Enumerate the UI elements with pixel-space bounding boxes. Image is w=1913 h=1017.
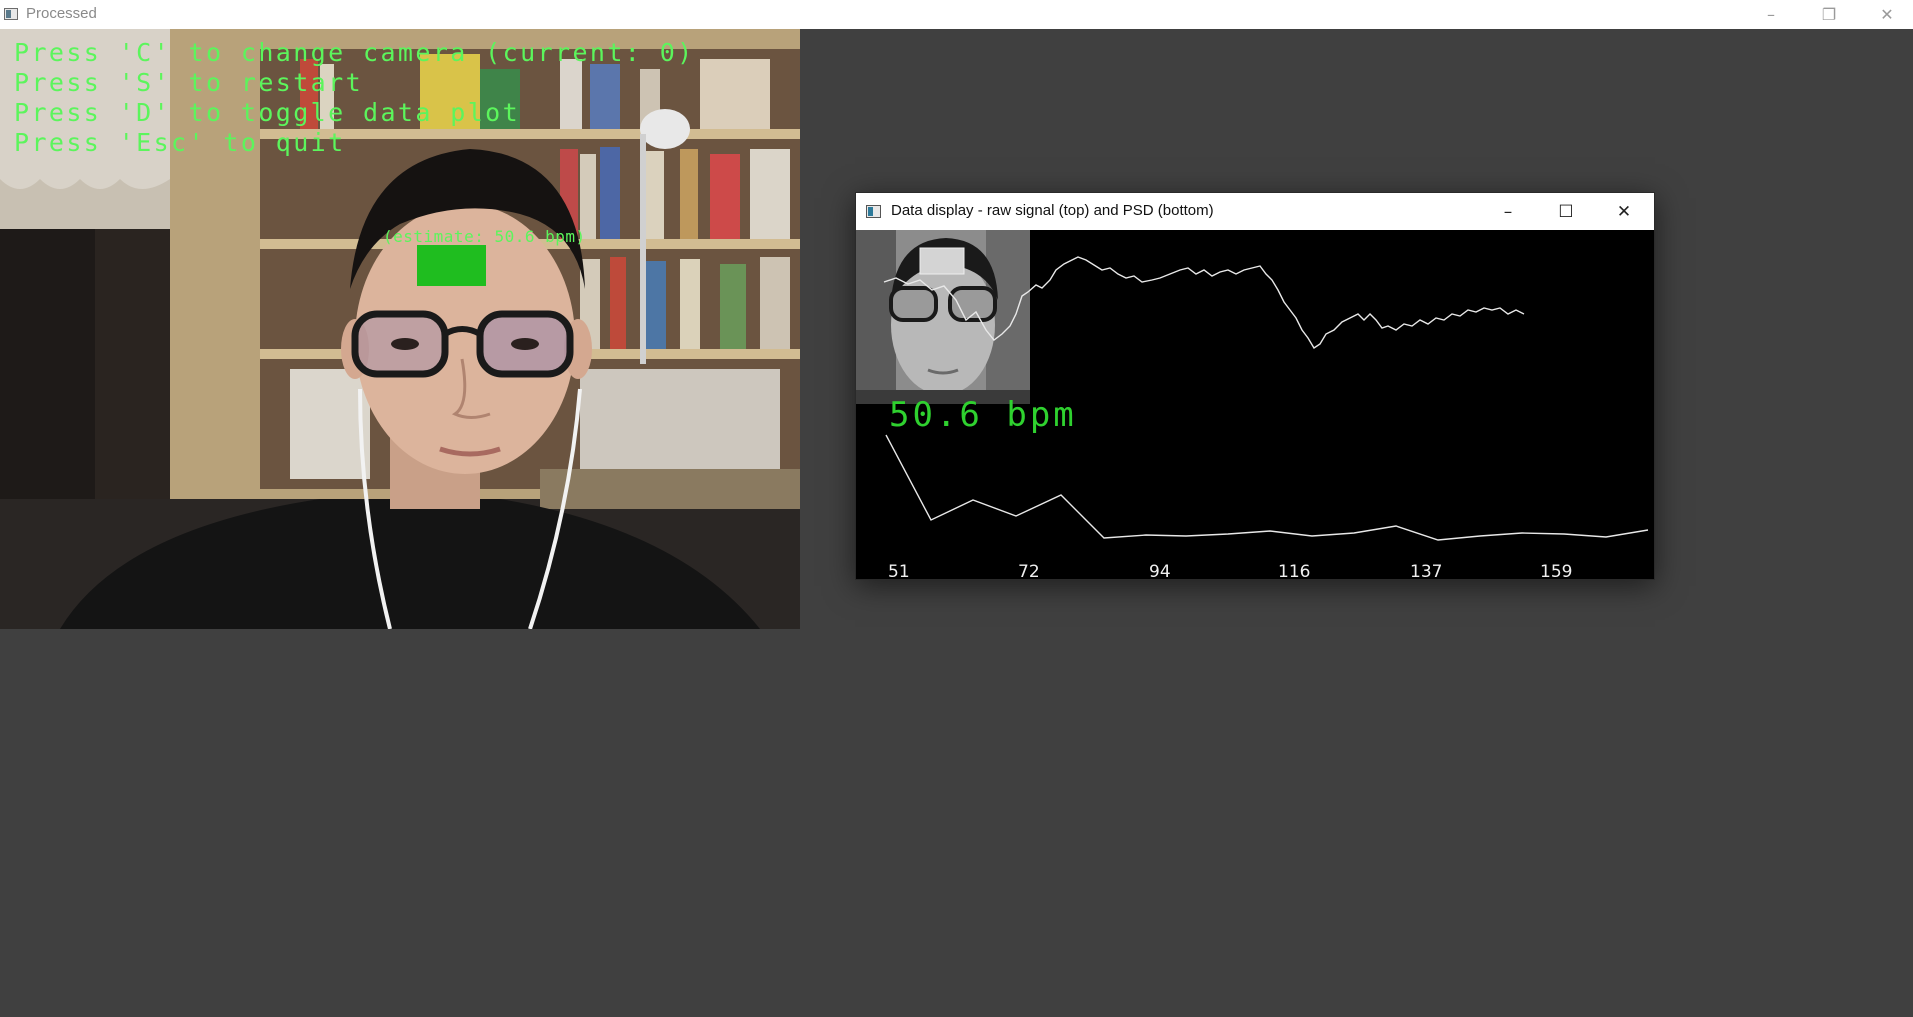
- data-window-titlebar[interactable]: Data display - raw signal (top) and PSD …: [856, 193, 1654, 230]
- data-maximize-button[interactable]: ☐: [1537, 193, 1595, 230]
- restore-icon: ❐: [1821, 5, 1837, 24]
- x-tick: 137: [1410, 562, 1443, 582]
- overlay-toggle-plot: Press 'D' to toggle data plot: [14, 98, 521, 127]
- data-display-window[interactable]: Data display - raw signal (top) and PSD …: [855, 192, 1655, 582]
- restore-button[interactable]: ❐: [1800, 0, 1858, 29]
- close-icon: ✕: [1616, 201, 1632, 222]
- data-window-icon: [866, 205, 881, 218]
- forehead-roi-box: [417, 245, 486, 286]
- x-tick: 51: [888, 562, 910, 582]
- x-tick: 94: [1149, 562, 1171, 582]
- bpm-estimate-label: (estimate: 50.6 bpm): [383, 227, 586, 246]
- data-minimize-button[interactable]: –: [1479, 193, 1537, 230]
- main-window-titlebar[interactable]: Processed – ❐ ✕: [0, 0, 1913, 29]
- minimize-icon: –: [1767, 5, 1775, 24]
- plot-area: 50.6 bpm 51 72 94 116 137 159: [856, 230, 1654, 582]
- x-tick: 72: [1018, 562, 1040, 582]
- maximize-icon: ☐: [1558, 201, 1574, 222]
- raw-signal-line: [883, 256, 1525, 349]
- psd-line: [885, 434, 1649, 541]
- overlay-quit: Press 'Esc' to quit: [14, 128, 346, 157]
- main-window-title: Processed: [26, 5, 97, 22]
- overlay-restart: Press 'S' to restart: [14, 68, 364, 97]
- data-close-button[interactable]: ✕: [1595, 193, 1653, 230]
- minimize-icon: –: [1503, 201, 1513, 222]
- overlay-change-camera: Press 'C' to change camera (current: 0): [14, 38, 695, 67]
- minimize-button[interactable]: –: [1742, 0, 1800, 29]
- close-button[interactable]: ✕: [1858, 0, 1913, 29]
- camera-frame: Press 'C' to change camera (current: 0) …: [0, 29, 800, 629]
- close-icon: ✕: [1880, 5, 1894, 24]
- app-window-icon: [4, 8, 18, 20]
- data-window-title: Data display - raw signal (top) and PSD …: [891, 202, 1214, 219]
- x-tick: 159: [1540, 562, 1573, 582]
- x-tick: 116: [1278, 562, 1311, 582]
- bpm-readout: 50.6 bpm: [889, 395, 1077, 435]
